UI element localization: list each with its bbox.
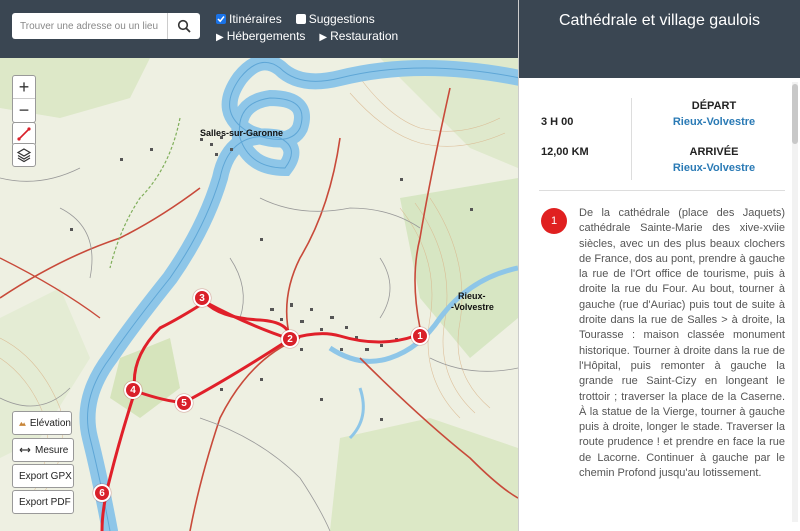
panel-scrollbar[interactable] [792,82,798,522]
measure-icon [19,447,31,453]
route-marker-5[interactable]: 5 [175,394,193,412]
export-pdf-button[interactable]: Export PDF [12,490,74,514]
layers-button[interactable] [12,143,36,167]
elevation-button[interactable]: Elévation [12,411,72,435]
filter-itineraires[interactable]: Itinéraires [216,12,282,26]
step-number-badge[interactable]: 1 [541,208,567,234]
export-gpx-label: Export GPX [19,470,72,482]
map-canvas[interactable]: Salles-sur-Garonne Rieux- -Volvestre 1 2… [0,58,518,531]
route-stats: 3 H 00 12,00 KM DÉPART Rieux-Volvestre A… [519,90,791,186]
export-gpx-button[interactable]: Export GPX [12,464,74,488]
arrivee-info: ARRIVÉE Rieux-Volvestre [639,146,789,174]
route-marker-3[interactable]: 3 [193,289,211,307]
route-title: Cathédrale et village gaulois [558,12,760,29]
filter-restauration[interactable]: ▶ Restauration [319,29,398,43]
search-button[interactable] [167,13,200,39]
triangle-right-icon: ▶ [319,32,328,43]
checkbox-checked-icon[interactable] [216,14,226,24]
arrivee-link[interactable]: Rieux-Volvestre [639,162,789,174]
map-label-rieux: Rieux- [458,291,486,301]
search-input[interactable] [12,13,167,39]
panel-scroll-thumb[interactable] [792,84,798,144]
depart-label: DÉPART [691,100,737,112]
panel-header: Cathédrale et village gaulois [519,0,800,78]
checkbox-unchecked-icon[interactable] [295,14,306,24]
route-marker-6[interactable]: 6 [93,484,111,502]
section-divider [539,190,785,191]
map-toolbar: Itinéraires Suggestions ▶Hébergements ▶R… [0,0,518,58]
zoom-out-button[interactable]: − [13,99,35,122]
filter-hebergements-label: Hébergements [226,29,306,43]
filter-itineraires-label: Itinéraires [229,12,282,26]
map-label-volvestre: -Volvestre [451,302,494,312]
depart-info: DÉPART Rieux-Volvestre [639,100,789,128]
search-icon [177,19,191,33]
stats-divider [631,98,632,180]
elevation-label: Elévation [29,417,71,429]
filter-suggestions-label: Suggestions [308,12,375,26]
map-filters: Itinéraires Suggestions ▶ Hébergements ▶ R… [216,11,398,45]
export-pdf-label: Export PDF [19,496,71,508]
step-description: De la cathédrale (place des Jaquets) cat… [579,207,785,480]
search-box [12,13,200,39]
ruler-icon [17,127,31,141]
triangle-right-icon: ▶ [216,32,224,43]
measure-label: Mesure [35,444,69,456]
route-details-panel: Cathédrale et village gaulois 3 H 00 12,… [518,0,800,531]
map-label-salles: Salles-sur-Garonne [200,128,284,138]
route-marker-4[interactable]: 4 [124,381,142,399]
depart-link[interactable]: Rieux-Volvestre [639,116,789,128]
filter-hebergements[interactable]: ▶ Hébergements [216,29,305,43]
duration-value: 3 H 00 [541,116,574,128]
zoom-control: + − [12,75,36,123]
layers-icon [16,148,32,163]
distance-value: 12,00 KM [541,146,589,158]
filter-suggestions[interactable]: Suggestions [295,12,375,26]
route-marker-1[interactable]: 1 [411,327,429,345]
route-marker-2[interactable]: 2 [281,330,299,348]
elevation-icon [19,421,26,426]
arrivee-label: ARRIVÉE [689,146,739,158]
filter-restauration-label: Restauration [330,29,399,43]
measure-button[interactable]: Mesure [12,438,74,462]
zoom-in-button[interactable]: + [13,76,35,99]
